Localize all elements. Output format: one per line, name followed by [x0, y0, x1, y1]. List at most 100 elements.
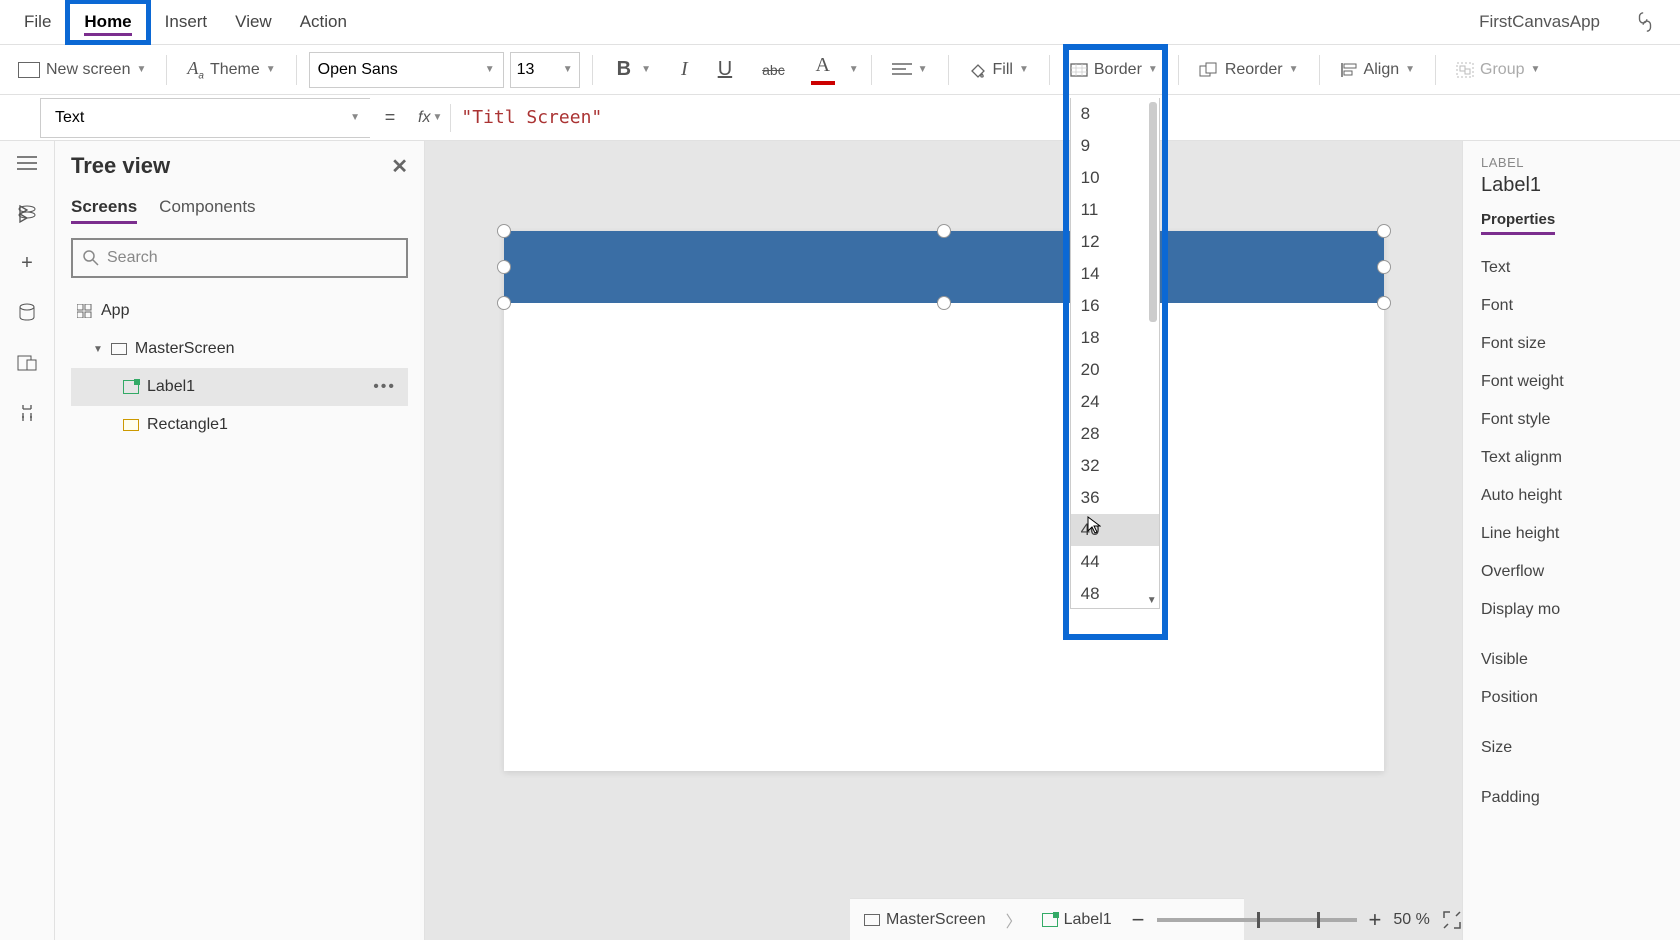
data-icon[interactable] [15, 301, 39, 325]
property-row[interactable]: Font style [1481, 401, 1666, 439]
media-icon[interactable] [15, 351, 39, 375]
font-size-option-32[interactable]: 32 [1071, 450, 1159, 482]
property-row[interactable]: Overflow [1481, 553, 1666, 591]
separator [1435, 55, 1436, 85]
property-row[interactable]: Auto height [1481, 477, 1666, 515]
font-size-option-40[interactable]: 40 [1071, 514, 1159, 546]
menu-file[interactable]: File [10, 4, 65, 40]
search-input[interactable]: Search [71, 238, 408, 278]
font-size-option-44[interactable]: 44 [1071, 546, 1159, 578]
zoom-slider[interactable] [1157, 918, 1357, 922]
hamburger-icon[interactable] [15, 151, 39, 175]
menu-home[interactable]: Home [65, 0, 150, 45]
menu-action[interactable]: Action [286, 4, 361, 40]
tab-properties[interactable]: Properties [1481, 211, 1555, 235]
tree-view-icon[interactable] [15, 201, 39, 225]
fx-button[interactable]: fx▼ [410, 109, 450, 127]
scrollbar[interactable] [1149, 102, 1157, 322]
property-row[interactable]: Display mo [1481, 591, 1666, 629]
breadcrumb-control[interactable]: Label1 [1042, 911, 1112, 929]
screen-icon [18, 62, 40, 78]
reorder-button[interactable]: Reorder▼ [1191, 55, 1307, 85]
strikethrough-button[interactable]: abc [750, 58, 797, 82]
theme-icon: Aa [187, 58, 204, 82]
menu-insert[interactable]: Insert [151, 4, 222, 40]
tree-item-rectangle1[interactable]: Rectangle1 [71, 406, 408, 444]
property-row[interactable]: Text [1481, 249, 1666, 287]
resize-handle[interactable] [937, 224, 951, 238]
tab-components[interactable]: Components [159, 197, 255, 224]
font-size-option-16[interactable]: 16 [1071, 290, 1159, 322]
font-size-option-28[interactable]: 28 [1071, 418, 1159, 450]
resize-handle[interactable] [1377, 224, 1391, 238]
new-screen-button[interactable]: New screen▼ [10, 55, 154, 85]
more-icon[interactable]: ••• [373, 378, 402, 396]
selected-label-control[interactable] [504, 231, 1384, 303]
font-size-option-12[interactable]: 12 [1071, 226, 1159, 258]
font-color-button[interactable]: A [803, 53, 843, 87]
zoom-out-button[interactable]: − [1132, 907, 1145, 933]
font-size-option-14[interactable]: 14 [1071, 258, 1159, 290]
chevron-down-icon[interactable]: ▼ [849, 64, 859, 75]
menu-view[interactable]: View [221, 4, 286, 40]
advanced-tools-icon[interactable] [15, 401, 39, 425]
rectangle-icon [123, 419, 139, 431]
resize-handle[interactable] [497, 296, 511, 310]
theme-button[interactable]: Aa Theme▼ [179, 52, 283, 88]
font-size-option-24[interactable]: 24 [1071, 386, 1159, 418]
zoom-in-button[interactable]: + [1369, 907, 1382, 933]
property-row[interactable]: Font [1481, 287, 1666, 325]
font-color-icon: A [815, 55, 829, 75]
bold-button[interactable]: B▼ [605, 54, 663, 85]
font-size-option-20[interactable]: 20 [1071, 354, 1159, 386]
insert-icon[interactable]: + [15, 251, 39, 275]
font-size-option-36[interactable]: 36 [1071, 482, 1159, 514]
font-size-option-8[interactable]: 8 [1071, 98, 1159, 130]
tree-item-screen[interactable]: ▼ MasterScreen [71, 330, 408, 368]
font-size-option-10[interactable]: 10 [1071, 162, 1159, 194]
chevron-down-icon[interactable]: ▼ [93, 344, 103, 355]
tab-screens[interactable]: Screens [71, 197, 137, 224]
fill-icon [969, 61, 987, 79]
font-name-select[interactable]: Open Sans▼ [309, 52, 504, 88]
scroll-down-icon[interactable]: ▼ [1147, 595, 1157, 606]
property-row[interactable]: Text alignm [1481, 439, 1666, 477]
resize-handle[interactable] [497, 260, 511, 274]
font-size-option-9[interactable]: 9 [1071, 130, 1159, 162]
app-checker-icon[interactable] [1620, 11, 1670, 33]
group-button: Group▼ [1448, 55, 1548, 85]
property-row[interactable]: Line height [1481, 515, 1666, 553]
fill-button[interactable]: Fill▼ [961, 55, 1037, 85]
property-row[interactable]: Position [1481, 679, 1666, 717]
close-icon[interactable]: ✕ [391, 154, 408, 179]
resize-handle[interactable] [497, 224, 511, 238]
font-size-option-11[interactable]: 11 [1071, 194, 1159, 226]
canvas-screen[interactable] [504, 231, 1384, 771]
control-name[interactable]: Label1 [1481, 174, 1666, 197]
font-size-option-18[interactable]: 18 [1071, 322, 1159, 354]
fit-to-window-icon[interactable] [1442, 910, 1462, 930]
breadcrumb-screen[interactable]: MasterScreen [864, 911, 986, 929]
border-button[interactable]: Border▼ [1062, 55, 1166, 85]
property-row[interactable]: Font size [1481, 325, 1666, 363]
italic-button[interactable]: I [669, 54, 700, 85]
resize-handle[interactable] [1377, 296, 1391, 310]
property-row[interactable]: Padding [1481, 779, 1666, 817]
canvas-area[interactable]: MasterScreen 〉 Label1 − + 50 % [425, 141, 1462, 940]
property-row[interactable]: Visible [1481, 641, 1666, 679]
property-row[interactable]: Font weight [1481, 363, 1666, 401]
tree-item-label1[interactable]: Label1 ••• [71, 368, 408, 406]
text-align-button[interactable]: ▼ [884, 56, 936, 84]
font-size-option-48[interactable]: 48 [1071, 578, 1159, 608]
property-row[interactable]: Size [1481, 729, 1666, 767]
separator [166, 55, 167, 85]
resize-handle[interactable] [937, 296, 951, 310]
label-icon [123, 380, 139, 394]
tree-item-app[interactable]: App [71, 292, 408, 330]
formula-input[interactable]: "Titl Screen" [451, 107, 1680, 128]
resize-handle[interactable] [1377, 260, 1391, 274]
font-size-select[interactable]: 13▼ [510, 52, 580, 88]
underline-button[interactable]: U [706, 54, 744, 85]
align-button[interactable]: Align▼ [1332, 55, 1423, 85]
property-select[interactable]: Text▼ [40, 98, 370, 138]
